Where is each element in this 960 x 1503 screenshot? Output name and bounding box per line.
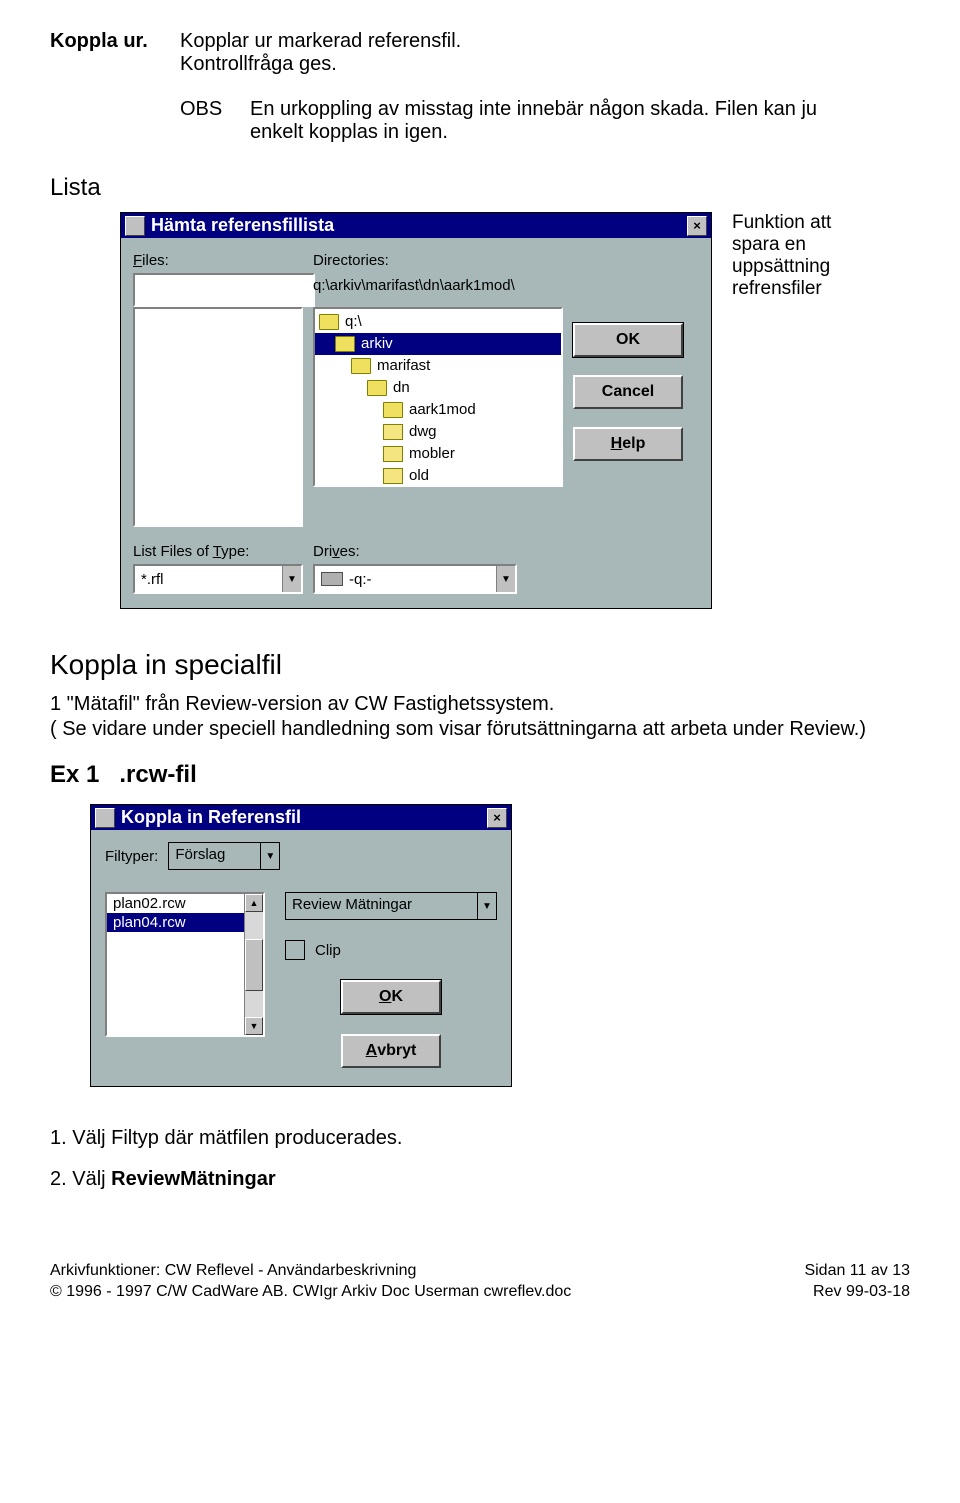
- dir-item-label: marifast: [377, 355, 430, 377]
- type-label: List Files of Type:: [133, 543, 303, 560]
- files-label: Files:: [133, 252, 303, 269]
- scrollbar[interactable]: ▲ ▼: [244, 894, 263, 1035]
- page-footer: Arkivfunktioner: CW Reflevel - Användarb…: [0, 1261, 960, 1323]
- drives-value: -q:-: [315, 566, 496, 592]
- row-obs: OBS En urkoppling av misstag inte innebä…: [50, 98, 910, 144]
- obs-text: En urkoppling av misstag inte innebär nå…: [250, 98, 820, 144]
- directory-tree[interactable]: q:\arkivmarifastdnaark1moddwgmoblerold: [313, 307, 563, 487]
- dialog1-titlebar[interactable]: Hämta referensfillista ×: [121, 213, 711, 238]
- koppla-ur-desc1: Kopplar ur markerad referensfil.: [180, 30, 461, 52]
- chevron-down-icon[interactable]: ▼: [496, 566, 515, 592]
- folder-closed-icon: [383, 424, 403, 440]
- close-icon[interactable]: ×: [687, 216, 707, 236]
- folder-closed-icon: [383, 468, 403, 484]
- path-text: q:\arkiv\marifast\dn\aark1mod\: [313, 273, 563, 300]
- files-listbox[interactable]: [133, 307, 303, 527]
- dialog1-title: Hämta referensfillista: [151, 215, 334, 236]
- dialog2-body: Filtyper: Förslag ▼ plan02.rcwplan04.rcw…: [91, 830, 511, 1086]
- clip-checkbox[interactable]: [285, 940, 305, 960]
- dir-item[interactable]: q:\: [315, 311, 561, 333]
- chevron-down-icon[interactable]: ▼: [260, 843, 279, 869]
- dialog2-titlebar[interactable]: Koppla in Referensfil ×: [91, 805, 511, 830]
- dialog-koppla-in-referensfil: Koppla in Referensfil × Filtyper: Försla…: [90, 804, 512, 1087]
- chevron-down-icon[interactable]: ▼: [282, 566, 301, 592]
- dir-item-label: aark1mod: [409, 399, 476, 421]
- obs-label: OBS: [180, 98, 250, 144]
- avbryt-button[interactable]: Avbryt: [341, 1034, 441, 1068]
- koppla-in-para1: 1 "Mätafil" från Review-version av CW Fa…: [50, 693, 910, 716]
- close-icon[interactable]: ×: [487, 808, 507, 828]
- file-item[interactable]: plan04.rcw: [107, 913, 244, 932]
- folder-closed-icon: [383, 446, 403, 462]
- dir-item[interactable]: dwg: [315, 421, 561, 443]
- scroll-up-icon[interactable]: ▲: [245, 894, 263, 912]
- filtyper-label: Filtyper:: [105, 848, 158, 865]
- lista-caption: Funktion att spara en uppsättning refren…: [732, 212, 882, 300]
- drive-icon: [321, 572, 343, 586]
- folder-open-icon: [335, 336, 355, 352]
- type-value: *.rfl: [135, 566, 282, 592]
- footer-left: Arkivfunktioner: CW Reflevel - Användarb…: [50, 1261, 571, 1303]
- ok-button[interactable]: OK: [341, 980, 441, 1014]
- folder-open-icon: [367, 380, 387, 396]
- dir-item[interactable]: marifast: [315, 355, 561, 377]
- dir-item-label: dwg: [409, 421, 437, 443]
- dialog1-wrap: Hämta referensfillista × Files: Director…: [50, 212, 910, 609]
- dir-item[interactable]: old: [315, 465, 561, 487]
- dir-item[interactable]: aark1mod: [315, 399, 561, 421]
- koppla-ur-desc2: Kontrollfråga ges.: [180, 53, 337, 75]
- dir-item[interactable]: arkiv: [315, 333, 561, 355]
- cancel-button[interactable]: Cancel: [573, 375, 683, 409]
- scroll-down-icon[interactable]: ▼: [245, 1017, 263, 1035]
- filtyper-value: Förslag: [169, 843, 260, 869]
- directories-label: Directories:: [313, 252, 563, 269]
- file-item[interactable]: plan02.rcw: [107, 894, 244, 913]
- lista-heading: Lista: [50, 174, 910, 202]
- ok-button[interactable]: OK: [573, 323, 683, 357]
- clip-label: Clip: [315, 942, 341, 959]
- dir-item[interactable]: mobler: [315, 443, 561, 465]
- koppla-in-heading: Koppla in specialfil: [50, 649, 910, 681]
- dir-item-label: old: [409, 465, 429, 487]
- app-icon: [95, 808, 115, 828]
- dir-item[interactable]: dn: [315, 377, 561, 399]
- ex1-heading: Ex 1 .rcw-fil: [50, 761, 910, 789]
- type-combo[interactable]: *.rfl ▼: [133, 564, 303, 594]
- dialog-hamta-referensfillista: Hämta referensfillista × Files: Director…: [120, 212, 712, 609]
- step-1: 1. Välj Filtyp där mätfilen producerades…: [50, 1127, 910, 1150]
- review-combo[interactable]: Review Mätningar ▼: [285, 892, 497, 920]
- file-listbox[interactable]: plan02.rcwplan04.rcw ▲ ▼: [105, 892, 265, 1037]
- filtyper-row: Filtyper: Förslag ▼: [105, 842, 497, 870]
- page-content: Koppla ur. Kopplar ur markerad referensf…: [0, 0, 960, 1221]
- help-button[interactable]: Help: [573, 427, 683, 461]
- koppla-in-para2: ( Se vidare under speciell handledning s…: [50, 718, 910, 741]
- dir-item-label: mobler: [409, 443, 455, 465]
- dir-item-label: arkiv: [361, 333, 393, 355]
- step-2: 2. Välj ReviewMätningar: [50, 1168, 910, 1191]
- review-value: Review Mätningar: [286, 893, 477, 919]
- files-input[interactable]: [133, 273, 315, 307]
- folder-open-icon: [319, 314, 339, 330]
- drives-combo[interactable]: -q:- ▼: [313, 564, 517, 594]
- app-icon: [125, 216, 145, 236]
- chevron-down-icon[interactable]: ▼: [477, 893, 496, 919]
- dialog1-body: Files: Directories: q:\arkiv\marifast\dn…: [121, 238, 711, 608]
- row-koppla-ur: Koppla ur. Kopplar ur markerad referensf…: [50, 30, 910, 76]
- dir-item-label: dn: [393, 377, 410, 399]
- folder-open-icon: [383, 402, 403, 418]
- drives-label: Drives:: [313, 543, 563, 560]
- footer-right: Sidan 11 av 13 Rev 99-03-18: [804, 1261, 910, 1303]
- scroll-thumb[interactable]: [245, 939, 263, 991]
- dir-item-label: q:\: [345, 311, 362, 333]
- koppla-ur-desc: Kopplar ur markerad referensfil. Kontrol…: [180, 30, 910, 76]
- folder-open-icon: [351, 358, 371, 374]
- koppla-ur-label: Koppla ur.: [50, 30, 180, 76]
- filtyper-combo[interactable]: Förslag ▼: [168, 842, 280, 870]
- dialog2-title: Koppla in Referensfil: [121, 807, 301, 828]
- clip-checkbox-row: Clip: [285, 940, 497, 960]
